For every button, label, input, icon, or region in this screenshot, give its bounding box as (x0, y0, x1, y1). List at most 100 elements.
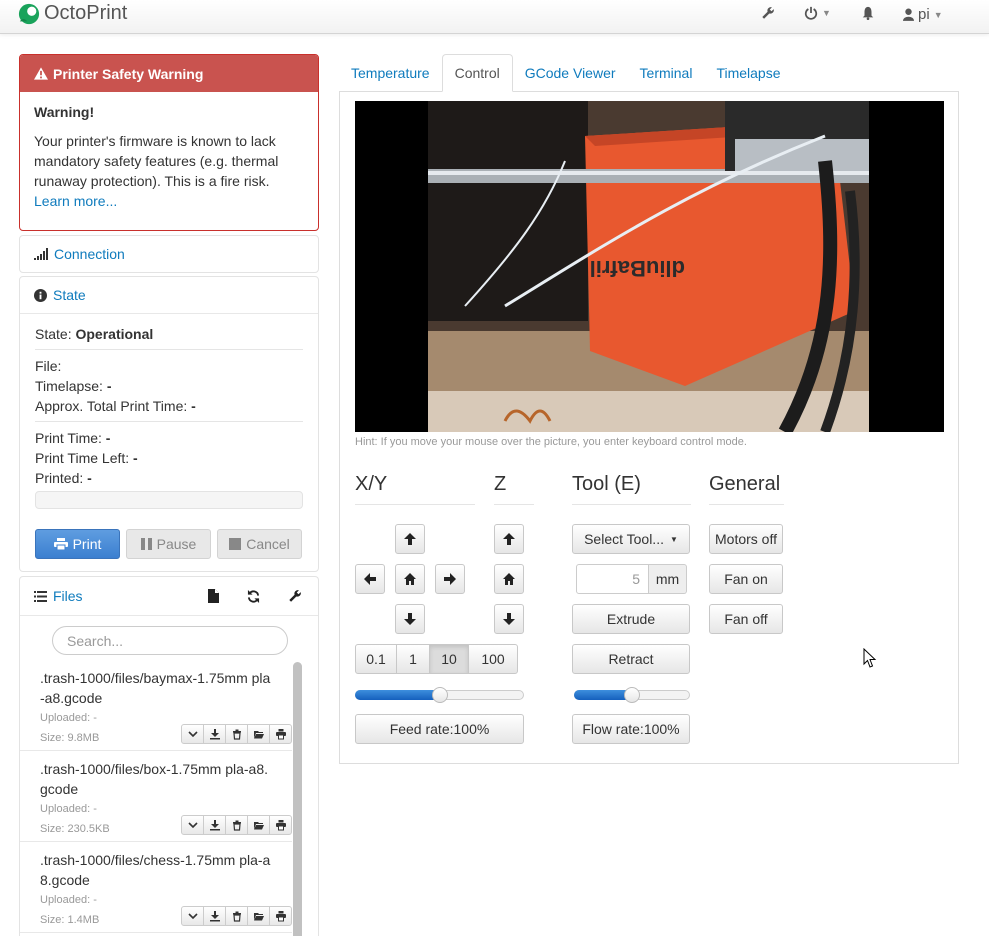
jog-z-plus-button[interactable] (494, 524, 524, 554)
jog-y-minus-button[interactable] (395, 604, 425, 634)
safety-warning-header: Printer Safety Warning (20, 55, 318, 92)
tab-temperature[interactable]: Temperature (339, 54, 442, 92)
time-left-row: Print Time Left: - (35, 448, 303, 468)
state-value: Operational (75, 326, 154, 342)
brand-name: OctoPrint (44, 2, 128, 24)
state-link[interactable]: State (53, 287, 86, 303)
refresh-icon[interactable] (247, 589, 260, 603)
jog-x-minus-button[interactable] (355, 564, 385, 594)
chevron-down-icon (187, 912, 198, 919)
download-file-button[interactable] (203, 815, 226, 835)
extrude-button[interactable]: Extrude (572, 604, 690, 634)
system-menu[interactable]: ▼ (804, 6, 831, 20)
flow-rate-button[interactable]: Flow rate:100% (572, 714, 690, 744)
tab-gcode-viewer[interactable]: GCode Viewer (513, 54, 628, 92)
home-icon (503, 573, 515, 585)
tab-control[interactable]: Control (441, 54, 513, 92)
safety-warning-title: Printer Safety Warning (53, 65, 204, 82)
extrude-amount-input[interactable]: 5 (576, 564, 649, 594)
folder-open-file-button[interactable] (247, 724, 270, 744)
print-file-button[interactable] (269, 906, 292, 926)
print-button[interactable]: Print (35, 529, 120, 559)
home-z-button[interactable] (494, 564, 524, 594)
feed-rate-slider[interactable] (355, 687, 524, 703)
jog-z-minus-button[interactable] (494, 604, 524, 634)
arrow-down-icon (503, 613, 515, 625)
z-section-title: Z (494, 473, 534, 505)
file-list-item[interactable]: .trash-1000/files/chess-1.75mm pla-a8.gc… (20, 842, 292, 933)
fan-on-label: Fan on (724, 571, 768, 587)
settings-menu[interactable] (761, 6, 775, 20)
user-menu[interactable]: pi ▼ (903, 6, 943, 23)
approx-time-label: Approx. Total Print Time: (35, 398, 188, 414)
arrow-down-icon (404, 613, 416, 625)
trash-file-button[interactable] (225, 906, 248, 926)
fan-off-label: Fan off (724, 611, 768, 627)
motors-off-button[interactable]: Motors off (709, 524, 783, 554)
fan-on-button[interactable]: Fan on (709, 564, 783, 594)
pause-button[interactable]: Pause (126, 529, 211, 559)
connection-link[interactable]: Connection (54, 246, 125, 262)
brand[interactable]: OctoPrint (18, 2, 127, 25)
trash-file-button[interactable] (225, 815, 248, 835)
file-list-item[interactable]: .trash-1000/files/box-1.75mm pla-a8.gcod… (20, 751, 292, 842)
print-controls: Print Pause Cancel (35, 529, 303, 559)
cancel-button[interactable]: Cancel (217, 529, 302, 559)
fan-off-button[interactable]: Fan off (709, 604, 783, 634)
print-icon (275, 728, 286, 739)
file-list-item[interactable]: .trash-1000/files/baymax-1.75mm pla-a8.g… (20, 660, 292, 751)
files-tools (208, 589, 304, 603)
home-xy-button[interactable] (395, 564, 425, 594)
timelapse-label: Timelapse: (35, 378, 103, 394)
tab-terminal[interactable]: Terminal (628, 54, 705, 92)
wrench-icon[interactable] (288, 589, 302, 603)
feed-rate-button[interactable]: Feed rate:100% (355, 714, 524, 744)
step-option-button[interactable]: 100 (468, 644, 518, 674)
download-file-button[interactable] (203, 724, 226, 744)
connection-header[interactable]: Connection (20, 236, 318, 272)
mouse-cursor-icon (863, 648, 877, 668)
trash-icon (232, 820, 241, 831)
file-search-input[interactable]: Search... (52, 626, 288, 655)
time-left-label: Print Time Left: (35, 450, 130, 466)
timelapse-value: - (106, 378, 112, 394)
webcam-stream[interactable]: dliuBafril (355, 101, 944, 432)
step-option-button[interactable]: 1 (396, 644, 430, 674)
download-file-button[interactable] (203, 906, 226, 926)
chevron-down-file-button[interactable] (181, 724, 204, 744)
feed-rate-handle[interactable] (432, 687, 448, 703)
retract-label: Retract (608, 651, 654, 667)
approx-time-row: Approx. Total Print Time: - (35, 396, 303, 416)
chevron-down-icon (187, 821, 198, 828)
chevron-down-file-button[interactable] (181, 906, 204, 926)
folder-open-file-button[interactable] (247, 906, 270, 926)
file-list: .trash-1000/files/baymax-1.75mm pla-a8.g… (20, 660, 318, 933)
print-file-button[interactable] (269, 815, 292, 835)
select-tool-dropdown[interactable]: Select Tool... ▼ (572, 524, 690, 554)
print-file-button[interactable] (269, 724, 292, 744)
notifications[interactable] (861, 6, 875, 20)
flow-rate-handle[interactable] (624, 687, 640, 703)
chevron-down-icon: ▼ (933, 9, 943, 20)
files-link[interactable]: Files (53, 588, 83, 604)
printed-label: Printed: (35, 470, 84, 486)
state-header[interactable]: State (20, 277, 318, 313)
retract-button[interactable]: Retract (572, 644, 690, 674)
feed-rate-label: Feed rate:100% (389, 721, 490, 737)
learn-more-link[interactable]: Learn more... (34, 193, 117, 209)
jog-x-plus-button[interactable] (435, 564, 465, 594)
flow-rate-slider[interactable] (574, 687, 690, 703)
step-option-button[interactable]: 10 (429, 644, 469, 674)
file-actions (181, 724, 292, 744)
file-list-scrollbar[interactable] (293, 662, 302, 936)
file-name: .trash-1000/files/baymax-1.75mm pla-a8.g… (40, 670, 271, 706)
jog-y-plus-button[interactable] (395, 524, 425, 554)
folder-open-file-button[interactable] (247, 815, 270, 835)
tab-timelapse[interactable]: Timelapse (704, 54, 792, 92)
folder-open-icon (253, 821, 264, 829)
file-icon[interactable] (208, 589, 219, 603)
chevron-down-file-button[interactable] (181, 815, 204, 835)
trash-file-button[interactable] (225, 724, 248, 744)
step-option-button[interactable]: 0.1 (355, 644, 397, 674)
divider (35, 349, 303, 350)
